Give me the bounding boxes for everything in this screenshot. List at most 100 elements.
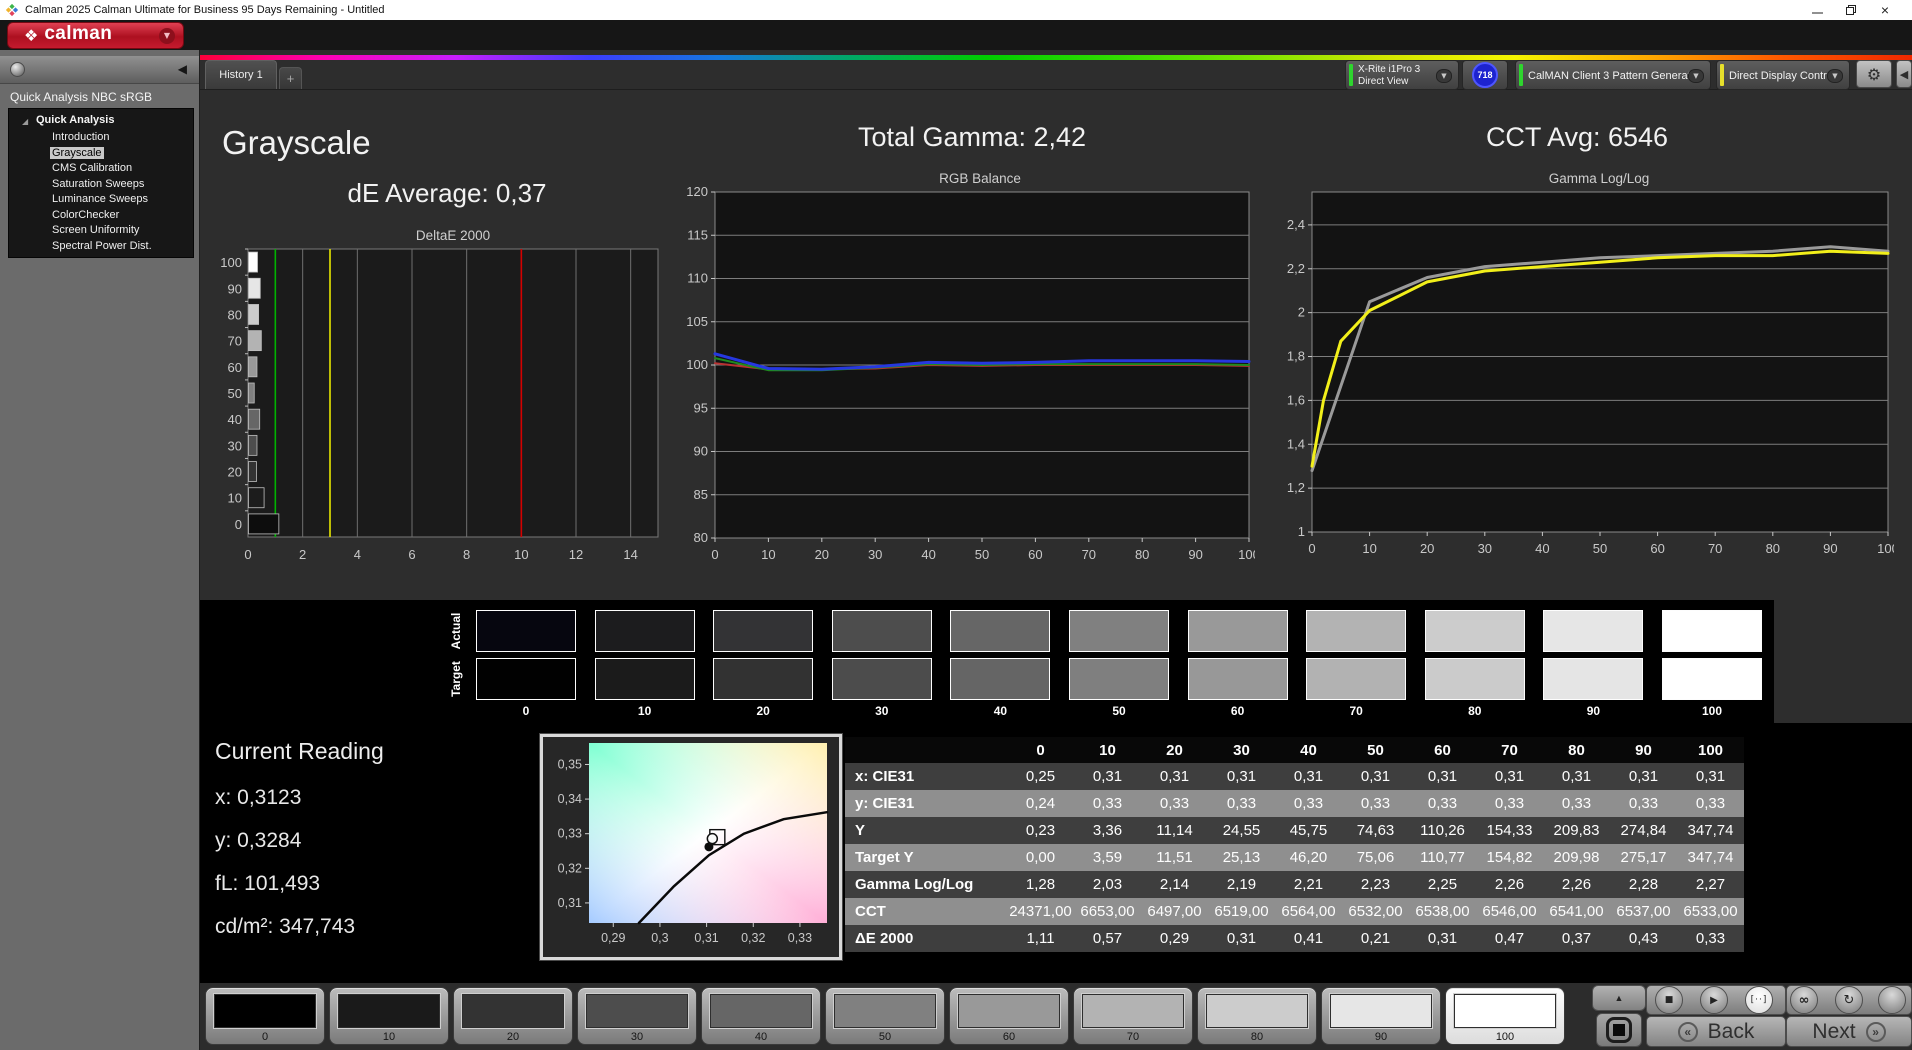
sidebar-item-cms-calibration[interactable]: CMS Calibration	[9, 161, 193, 177]
window-title: Calman 2025 Calman Ultimate for Business…	[25, 4, 385, 16]
tab-history-1[interactable]: History 1	[205, 60, 277, 89]
pattern-swatch	[1454, 994, 1556, 1028]
tab-add-button[interactable]: +	[279, 67, 302, 89]
pattern-label: 90	[1322, 1031, 1440, 1043]
actual-swatch-20	[713, 610, 813, 652]
pattern-button-30[interactable]: 30	[577, 987, 697, 1045]
meter-badge-box: 718	[1462, 60, 1508, 90]
svg-text:0,3: 0,3	[651, 931, 668, 945]
pattern-window-button[interactable]: [··]	[1745, 986, 1773, 1014]
svg-text:80: 80	[1766, 541, 1780, 556]
actual-swatch-90	[1543, 610, 1643, 652]
pattern-label: 10	[330, 1031, 448, 1043]
svg-text:85: 85	[694, 487, 708, 502]
tree-expander-icon[interactable]: ◢	[22, 115, 28, 128]
loop-infinite-button[interactable]: ∞	[1790, 986, 1818, 1014]
pattern-button-100[interactable]: 100	[1445, 987, 1565, 1045]
svg-text:6: 6	[408, 547, 415, 562]
meter-dropdown[interactable]: X-Rite i1Pro 3 Direct View ▼	[1345, 60, 1459, 90]
svg-text:1,2: 1,2	[1287, 480, 1305, 495]
sidebar-item-colorchecker[interactable]: ColorChecker	[9, 208, 193, 224]
pattern-button-70[interactable]: 70	[1073, 987, 1193, 1045]
meter-reading-badge[interactable]: 718	[1472, 62, 1498, 88]
pattern-button-10[interactable]: 10	[329, 987, 449, 1045]
tree-root-quick-analysis[interactable]: ◢ Quick Analysis	[9, 114, 193, 130]
sidebar-item-grayscale[interactable]: Grayscale	[9, 146, 193, 162]
sidebar-collapse-icon[interactable]: ◀	[178, 62, 187, 76]
pattern-button-80[interactable]: 80	[1197, 987, 1317, 1045]
pattern-button-40[interactable]: 40	[701, 987, 821, 1045]
svg-text:2,4: 2,4	[1287, 217, 1305, 232]
svg-text:0,29: 0,29	[601, 931, 625, 945]
pattern-swatch	[710, 994, 812, 1028]
actual-swatch-30	[832, 610, 932, 652]
reading-y: y: 0,3284	[215, 829, 301, 853]
svg-text:8: 8	[463, 547, 470, 562]
pattern-options-up-button[interactable]: ▲	[1592, 985, 1646, 1011]
sidebar-item-screen-uniformity[interactable]: Screen Uniformity	[9, 223, 193, 239]
cct-avg-value: CCT Avg: 6546	[1377, 122, 1777, 153]
svg-text:1,8: 1,8	[1287, 349, 1305, 364]
actual-swatch-10	[595, 610, 695, 652]
svg-text:70: 70	[1708, 541, 1722, 556]
play-button[interactable]: ▶	[1700, 986, 1728, 1014]
next-button[interactable]: Next »	[1786, 1016, 1912, 1047]
refresh-button[interactable]: ↻	[1835, 986, 1863, 1014]
back-button[interactable]: « Back	[1646, 1016, 1786, 1047]
settings-gear-button[interactable]: ⚙	[1856, 60, 1892, 88]
gamma-loglog-chart: 11,21,41,61,822,22,401020304050607080901…	[1274, 183, 1894, 568]
pattern-button-0[interactable]: 0	[205, 987, 325, 1045]
restore-button[interactable]	[1834, 0, 1868, 20]
calman-menu-button[interactable]: ❖ calman ▼	[7, 22, 184, 49]
pattern-label: 80	[1198, 1031, 1316, 1043]
window-pattern-button[interactable]	[1596, 1013, 1642, 1047]
svg-text:0,31: 0,31	[694, 931, 718, 945]
back-chevron-icon: «	[1678, 1022, 1698, 1042]
pattern-button-60[interactable]: 60	[949, 987, 1069, 1045]
svg-text:0,34: 0,34	[558, 792, 582, 806]
pattern-button-50[interactable]: 50	[825, 987, 945, 1045]
minimize-button[interactable]	[1800, 0, 1834, 20]
sidebar-item-luminance-sweeps[interactable]: Luminance Sweeps	[9, 192, 193, 208]
svg-text:60: 60	[228, 360, 242, 375]
svg-text:0: 0	[235, 517, 242, 532]
indicator-button[interactable]	[1878, 986, 1906, 1014]
strip-level-label: 80	[1425, 704, 1525, 718]
svg-text:2: 2	[1298, 305, 1305, 320]
meter-mode: Direct View	[1358, 76, 1420, 88]
svg-text:10: 10	[761, 547, 775, 562]
target-swatch-30	[832, 658, 932, 700]
sidebar-item-introduction[interactable]: Introduction	[9, 130, 193, 146]
svg-text:50: 50	[228, 386, 242, 401]
pattern-label: 100	[1446, 1031, 1564, 1043]
logo-bar: ❖ calman ▼	[0, 20, 1912, 50]
pattern-swatch	[834, 994, 936, 1028]
svg-text:0,31: 0,31	[558, 896, 582, 910]
close-button[interactable]: ×	[1868, 0, 1902, 20]
display-dropdown-arrow-icon[interactable]: ▼	[1827, 69, 1843, 83]
sidebar-item-saturation-sweeps[interactable]: Saturation Sweeps	[9, 177, 193, 193]
pattern-source-dropdown[interactable]: CalMAN Client 3 Pattern Generator ▼	[1515, 60, 1711, 90]
svg-text:1: 1	[1298, 524, 1305, 539]
strip-level-label: 0	[476, 704, 576, 718]
gray-corner-filler	[1774, 600, 1912, 723]
logo-dropdown-icon[interactable]: ▼	[159, 28, 175, 44]
meter-dropdown-arrow-icon[interactable]: ▼	[1436, 69, 1452, 83]
pattern-button-20[interactable]: 20	[453, 987, 573, 1045]
status-led[interactable]	[10, 62, 25, 77]
svg-text:50: 50	[975, 547, 989, 562]
svg-text:2: 2	[299, 547, 306, 562]
source-dropdown-arrow-icon[interactable]: ▼	[1688, 69, 1704, 83]
svg-text:20: 20	[228, 465, 242, 480]
svg-text:90: 90	[1188, 547, 1202, 562]
sidebar-item-spectral-power-dist-[interactable]: Spectral Power Dist.	[9, 239, 193, 255]
panel-collapse-button[interactable]: ◀	[1896, 60, 1912, 88]
stop-button[interactable]: ■	[1655, 986, 1683, 1014]
strip-level-label: 20	[713, 704, 813, 718]
pattern-button-90[interactable]: 90	[1321, 987, 1441, 1045]
target-swatch-20	[713, 658, 813, 700]
display-control-dropdown[interactable]: Direct Display Control ▼	[1716, 60, 1850, 90]
svg-text:20: 20	[815, 547, 829, 562]
table-row-y-cie31: y: CIE310,240,330,330,330,330,330,330,33…	[845, 790, 1744, 817]
actual-swatch-80	[1425, 610, 1525, 652]
